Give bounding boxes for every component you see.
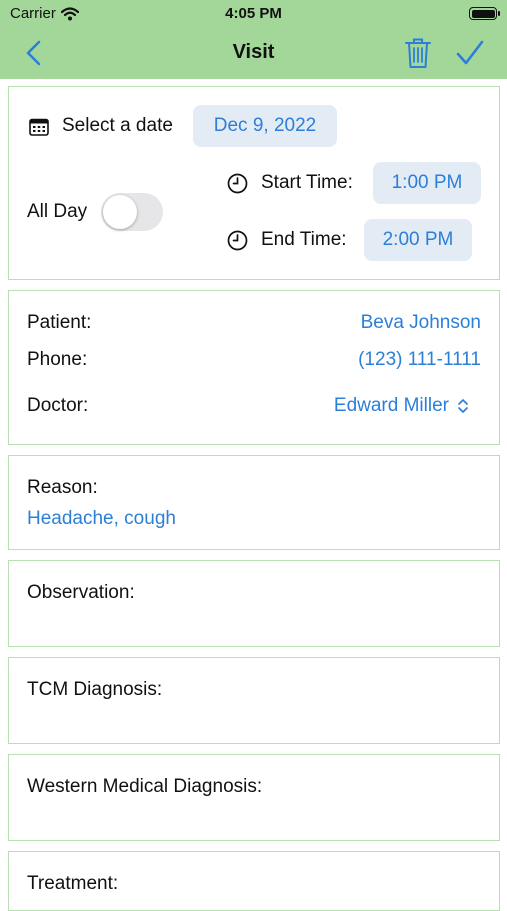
start-time-picker[interactable]: 1:00 PM xyxy=(373,162,481,204)
status-time: 4:05 PM xyxy=(225,5,282,22)
patient-info-card: Patient: Beva Johnson Phone: (123) 111-1… xyxy=(8,290,500,445)
all-day-label: All Day xyxy=(27,201,88,222)
phone-value[interactable]: (123) 111-1111 xyxy=(358,349,481,371)
end-time-picker[interactable]: 2:00 PM xyxy=(364,219,472,261)
save-button[interactable] xyxy=(455,38,485,68)
patient-label: Patient: xyxy=(27,312,92,333)
navigation-bar: Visit xyxy=(0,28,507,79)
treatment-card[interactable]: Treatment: xyxy=(8,851,500,911)
reason-value[interactable]: Headache, cough xyxy=(27,508,176,530)
doctor-label: Doctor: xyxy=(27,395,89,416)
observation-label: Observation: xyxy=(27,582,135,603)
trash-icon xyxy=(405,38,431,68)
treatment-label: Treatment: xyxy=(27,873,119,894)
patient-value[interactable]: Beva Johnson xyxy=(361,312,481,334)
tcm-diagnosis-card[interactable]: TCM Diagnosis: xyxy=(8,657,500,744)
reason-label: Reason: xyxy=(27,477,98,498)
battery-icon xyxy=(469,7,500,20)
schedule-card: Select a date Dec 9, 2022 All Day Start … xyxy=(8,86,500,280)
toggle-knob xyxy=(103,195,137,229)
checkmark-icon xyxy=(456,40,484,65)
western-diagnosis-card[interactable]: Western Medical Diagnosis: xyxy=(8,754,500,841)
reason-card: Reason: Headache, cough xyxy=(8,455,500,550)
end-time-label: End Time: xyxy=(261,229,347,250)
delete-button[interactable] xyxy=(404,36,432,70)
clock-icon xyxy=(227,230,248,251)
status-bar: Carrier 4:05 PM xyxy=(0,0,507,28)
tcm-diagnosis-label: TCM Diagnosis: xyxy=(27,679,163,700)
chevron-up-down-icon xyxy=(457,398,469,414)
phone-label: Phone: xyxy=(27,349,88,370)
clock-icon xyxy=(227,173,248,194)
start-time-label: Start Time: xyxy=(261,172,353,193)
date-label: Select a date xyxy=(62,115,173,136)
western-diagnosis-label: Western Medical Diagnosis: xyxy=(27,776,263,797)
doctor-value: Edward Miller xyxy=(333,395,449,416)
date-picker[interactable]: Dec 9, 2022 xyxy=(193,105,337,147)
all-day-toggle[interactable] xyxy=(101,193,163,231)
observation-card[interactable]: Observation: xyxy=(8,560,500,647)
doctor-picker[interactable]: Edward Miller xyxy=(334,395,469,417)
top-bar: Carrier 4:05 PM Visit xyxy=(0,0,507,79)
calendar-icon xyxy=(29,118,49,136)
